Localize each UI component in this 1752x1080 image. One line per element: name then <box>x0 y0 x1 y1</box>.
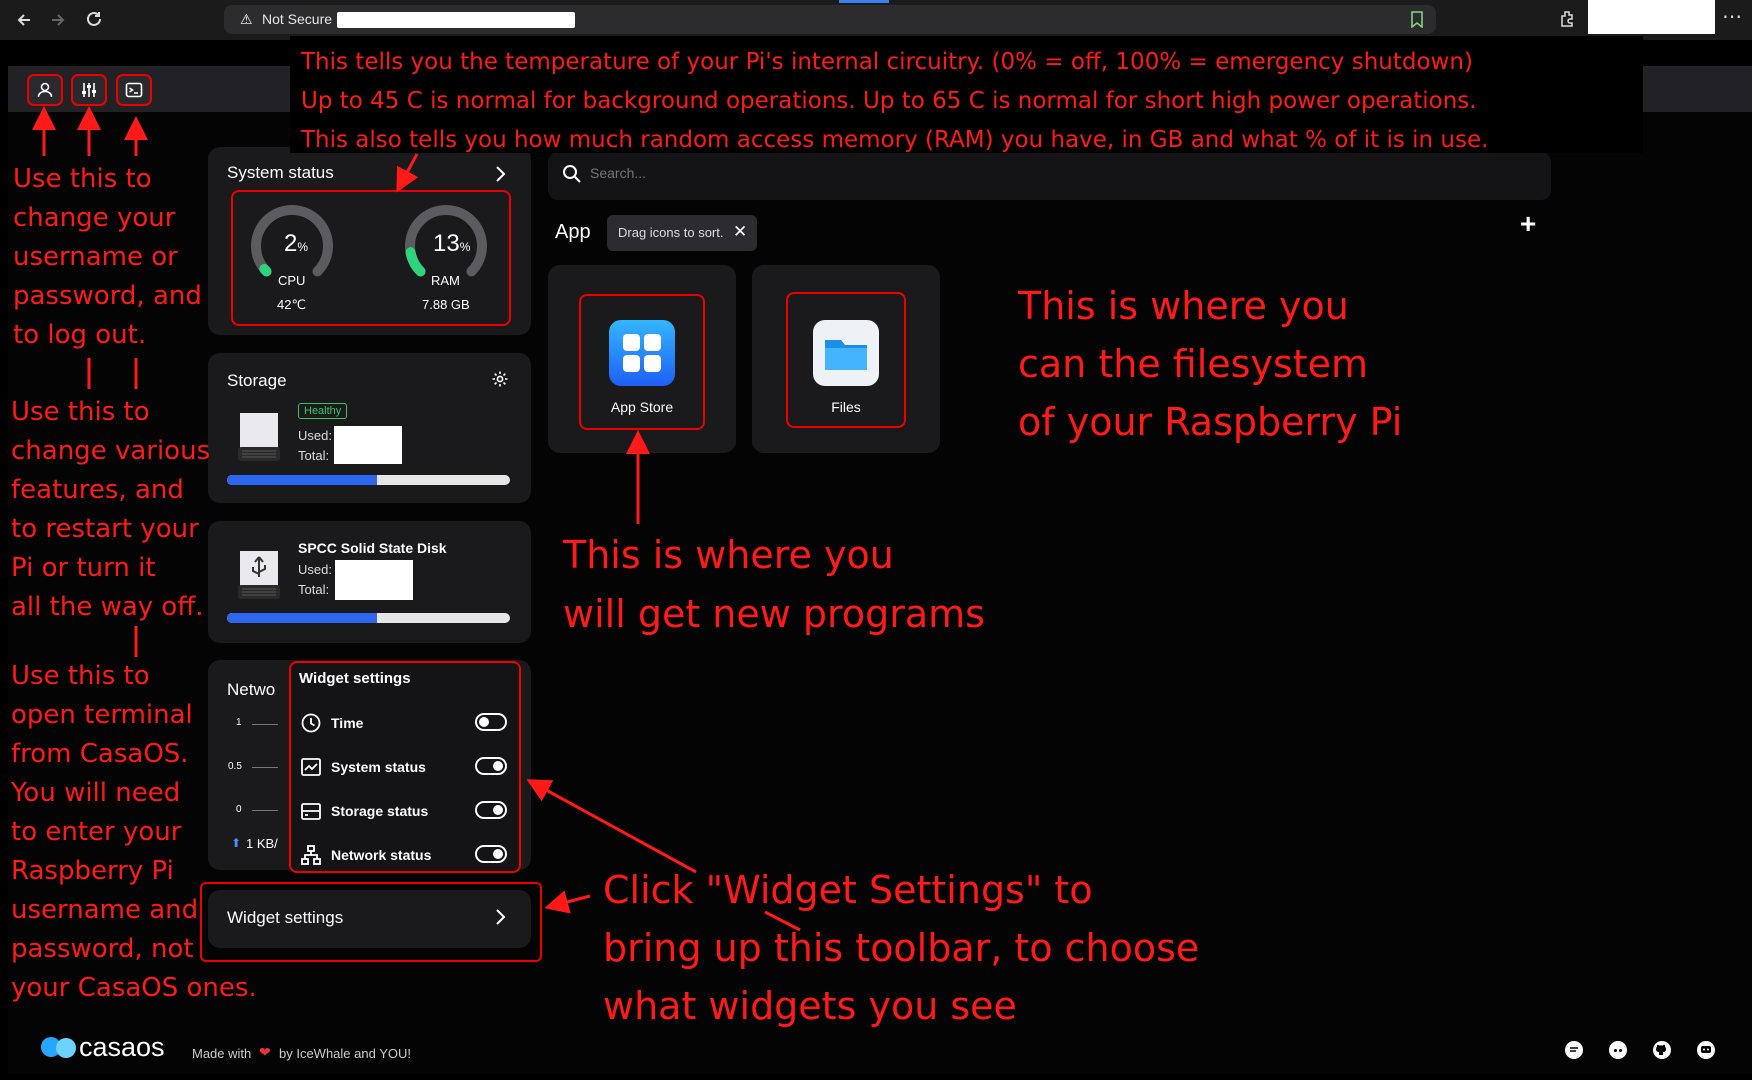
widget-settings-title: Widget settings <box>299 670 411 687</box>
ssd-name: SPCC Solid State Disk <box>298 540 447 556</box>
security-status[interactable]: Not Secure <box>262 5 332 34</box>
storage-used-label: Used: <box>298 428 332 443</box>
more-menu-icon[interactable]: ⋯ <box>1722 4 1742 29</box>
ssd-used-label: Used: <box>298 562 332 577</box>
app-store-label: App Store <box>610 399 674 415</box>
footer-by: by IceWhale and YOU! <box>279 1046 411 1061</box>
chevron-right-icon[interactable] <box>494 907 508 927</box>
message-icon[interactable] <box>1564 1040 1584 1060</box>
settings-button[interactable] <box>71 74 107 106</box>
user-icon <box>36 81 54 99</box>
toggle-knob <box>493 849 503 859</box>
health-badge: Healthy <box>298 403 348 419</box>
address-bar[interactable]: ⚠ Not Secure <box>224 5 1436 34</box>
sliders-icon <box>80 81 98 99</box>
forward-arrow-icon[interactable] <box>48 10 68 30</box>
usb-disk-icon <box>234 543 284 601</box>
annotation-account: Use this to change your username or passwor… <box>13 164 202 350</box>
bookmark-icon[interactable] <box>1410 11 1424 28</box>
annotation-settings: Use this to change various features, and to… <box>11 397 211 622</box>
sort-hint-chip: Drag icons to sort. ✕ <box>607 215 757 251</box>
add-app-icon[interactable]: + <box>1520 208 1536 240</box>
casaos-brand: casaos <box>79 1032 165 1062</box>
storage-value-redaction <box>334 426 402 464</box>
storage-usage-bar <box>227 475 510 485</box>
ssd-usage-fill <box>227 613 377 623</box>
files-label: Files <box>831 399 861 415</box>
network-icon <box>300 844 322 866</box>
app-store-icon <box>609 320 675 386</box>
chevron-right-icon[interactable] <box>494 164 508 184</box>
profile-redaction <box>1588 0 1715 34</box>
ssd-value-redaction <box>335 560 413 600</box>
widget-option-storage-status: Storage status <box>331 803 429 819</box>
gauge-fill <box>405 247 426 277</box>
system-status-toggle[interactable] <box>475 757 507 775</box>
gear-icon[interactable] <box>491 370 509 388</box>
folder-icon <box>813 320 879 386</box>
reload-icon[interactable] <box>84 9 104 29</box>
network-status-toggle[interactable] <box>475 845 507 863</box>
storage-icon <box>300 800 322 822</box>
url-redaction <box>337 12 575 28</box>
chart-icon <box>300 756 322 778</box>
cpu-percent-value: 2% <box>284 230 309 257</box>
gauge-fill <box>259 263 272 277</box>
search-icon <box>562 164 582 184</box>
chat-bubble-icon[interactable] <box>1696 1040 1716 1060</box>
storage-usage-fill <box>227 475 377 485</box>
system-status-title: System status <box>227 163 334 182</box>
ssd-total-label: Total: <box>298 582 330 597</box>
heart-icon: ❤ <box>259 1044 271 1060</box>
annotation-app-store: This is where you will get new programs <box>563 533 985 636</box>
search-input[interactable] <box>588 164 992 182</box>
cpu-temperature: 42℃ <box>277 297 307 312</box>
storage-status-toggle[interactable] <box>475 801 507 819</box>
extensions-icon[interactable] <box>1558 9 1578 29</box>
toggle-knob <box>493 805 503 815</box>
widget-option-time: Time <box>331 715 364 731</box>
terminal-button[interactable] <box>116 74 152 106</box>
footer-made-with: Made with <box>192 1046 252 1061</box>
terminal-icon <box>125 81 143 99</box>
warning-icon[interactable]: ⚠ <box>240 5 253 34</box>
ram-size: 7.88 GB <box>422 297 470 312</box>
ssd-usage-bar <box>227 613 510 623</box>
disk-icon <box>234 405 284 463</box>
toggle-knob <box>493 761 503 771</box>
widget-option-system-status: System status <box>331 759 426 775</box>
active-tab-indicator <box>839 0 889 3</box>
clock-icon <box>300 712 322 734</box>
annotation-files: This is where you can the filesystem of yo… <box>1018 284 1403 444</box>
widget-option-network-status: Network status <box>331 847 432 863</box>
casaos-logo-icon <box>39 1034 79 1060</box>
toggle-knob <box>479 717 489 727</box>
discord-icon[interactable] <box>1608 1040 1628 1060</box>
sort-hint-text: Drag icons to sort. <box>618 225 724 240</box>
time-toggle[interactable] <box>475 713 507 731</box>
account-button[interactable] <box>27 74 63 106</box>
back-arrow-icon[interactable] <box>14 10 34 30</box>
annotation-widgets: Click "Widget Settings" to bring up this … <box>603 868 1200 1028</box>
ram-label: RAM <box>431 273 460 288</box>
github-icon[interactable] <box>1652 1040 1672 1060</box>
storage-title: Storage <box>227 371 287 390</box>
annotation-terminal: Use this to open terminal from CasaOS. You … <box>11 661 257 1003</box>
annotation-system-status: This tells you the temperature of your P… <box>301 49 1489 153</box>
cpu-label: CPU <box>278 273 306 288</box>
apps-section-title: App <box>555 221 591 243</box>
ram-percent-value: 13% <box>433 230 471 257</box>
storage-total-label: Total: <box>298 448 330 463</box>
close-icon[interactable]: ✕ <box>733 222 747 242</box>
